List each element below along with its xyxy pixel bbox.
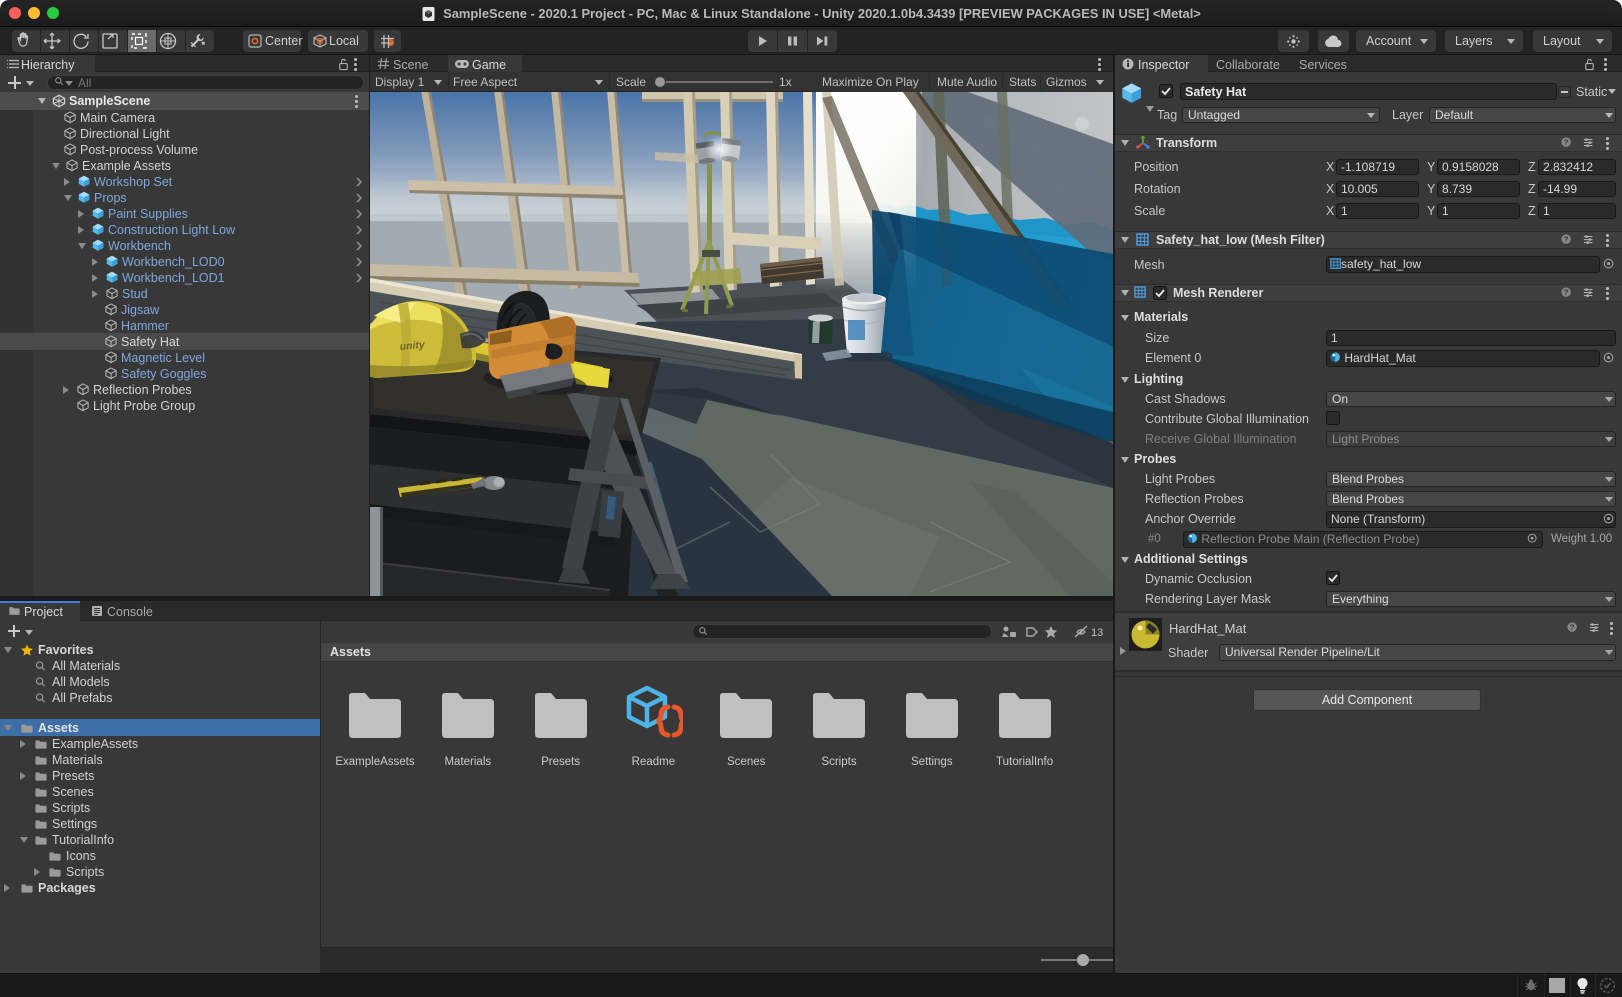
svg-text:unity: unity	[399, 339, 426, 353]
svg-text:13: 13	[1091, 627, 1103, 639]
